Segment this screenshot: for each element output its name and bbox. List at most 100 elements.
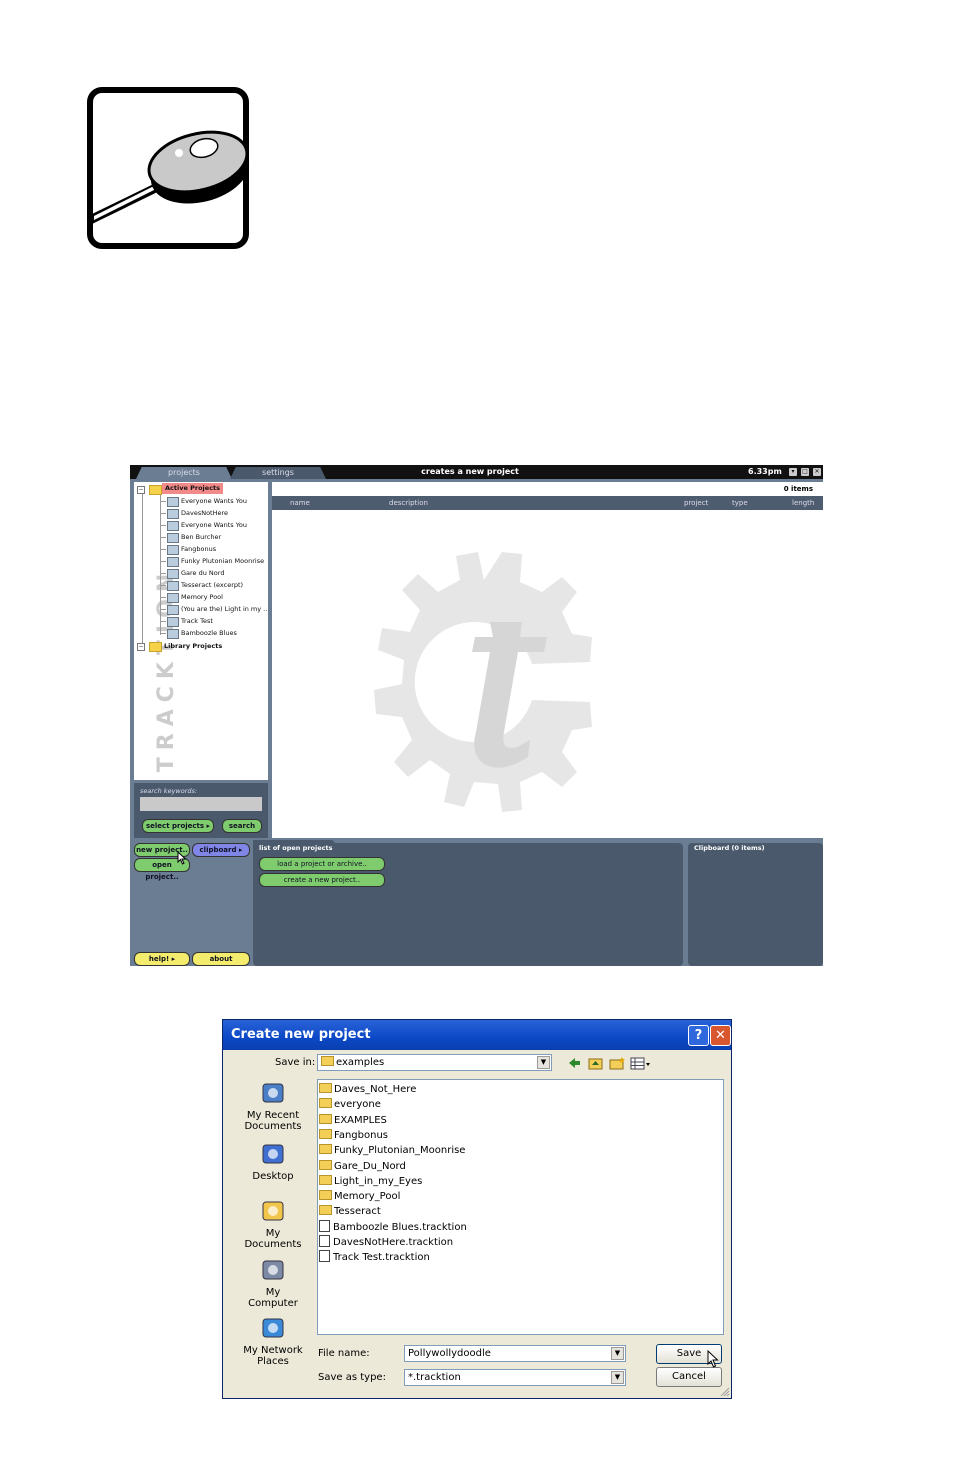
tracktion-file-icon: [319, 1219, 330, 1232]
tab-projects[interactable]: projects: [136, 467, 232, 479]
file-name: Fangbonus: [334, 1129, 388, 1141]
folder-row[interactable]: Tesseract: [319, 1204, 381, 1219]
project-file-icon: [167, 629, 179, 639]
close-icon[interactable]: ✕: [710, 1025, 731, 1046]
file-row[interactable]: Track Test.tracktion: [319, 1250, 430, 1265]
list-header: name description project type length: [272, 496, 823, 510]
place-item[interactable]: My Computer: [231, 1257, 315, 1309]
select-projects-button[interactable]: select projects ▸: [142, 819, 214, 833]
folder-row[interactable]: Fangbonus: [319, 1128, 388, 1143]
project-file-icon: [167, 533, 179, 543]
tree-project-item[interactable]: Ben Burcher: [134, 531, 268, 543]
tree-project-item[interactable]: Track Test: [134, 615, 268, 627]
save-in-select[interactable]: examples ▼: [317, 1054, 552, 1071]
folder-row[interactable]: everyone: [319, 1097, 381, 1112]
folder-icon: [319, 1128, 332, 1139]
tree-project-item[interactable]: Gare du Nord: [134, 567, 268, 579]
tree-active-projects[interactable]: − Active Projects: [134, 483, 268, 495]
folder-row[interactable]: EXAMPLES: [319, 1113, 387, 1128]
file-row[interactable]: Bamboozle Blues.tracktion: [319, 1219, 467, 1235]
project-tree[interactable]: TRACKTION − Active Projects Everyone Wan…: [134, 482, 268, 780]
file-row[interactable]: DavesNotHere.tracktion: [319, 1235, 453, 1250]
new-folder-icon[interactable]: [609, 1057, 625, 1070]
resize-grip-icon[interactable]: [719, 1386, 730, 1397]
cancel-button[interactable]: Cancel: [656, 1367, 722, 1387]
col-project[interactable]: project: [684, 496, 708, 510]
folder-row[interactable]: Gare_Du_Nord: [319, 1159, 406, 1174]
tree-project-label: Everyone Wants You: [181, 521, 247, 529]
tree-project-label: Track Test: [181, 617, 213, 625]
load-project-button[interactable]: load a project or archive..: [259, 857, 385, 871]
folder-row[interactable]: Light_in_my_Eyes: [319, 1174, 422, 1189]
create-project-dialog: Create new project ? ✕ Save in: examples…: [222, 1019, 732, 1399]
file-list[interactable]: Daves_Not_Here everyone EXAMPLES Fangbonus F…: [317, 1079, 724, 1335]
search-label: search keywords:: [140, 787, 198, 795]
search-input[interactable]: [140, 797, 262, 811]
place-item[interactable]: Desktop: [231, 1141, 315, 1182]
clipboard-button[interactable]: clipboard ▸: [192, 843, 250, 857]
place-label: My Computer: [248, 1287, 298, 1309]
open-projects-title: list of open projects: [259, 844, 333, 852]
clipboard-title: Clipboard (0 items): [694, 844, 765, 852]
tree-project-item[interactable]: Everyone Wants You: [134, 495, 268, 507]
tree-project-item[interactable]: Everyone Wants You: [134, 519, 268, 531]
create-project-button[interactable]: create a new project..: [259, 873, 385, 887]
minimize-icon[interactable]: ▾: [789, 468, 797, 476]
help-button[interactable]: help! ▸: [134, 952, 190, 966]
project-list[interactable]: 0 items name description project type le…: [272, 482, 823, 838]
items-count: 0 items: [783, 485, 813, 493]
close-icon[interactable]: ✕: [813, 468, 821, 476]
tree-library-label: Library Projects: [164, 642, 223, 650]
search-panel: search keywords: select projects ▸ searc…: [134, 783, 268, 838]
about-button[interactable]: about: [192, 952, 250, 966]
tree-project-item[interactable]: DavesNotHere: [134, 507, 268, 519]
place-item[interactable]: My Network Places: [231, 1315, 315, 1367]
folder-row[interactable]: Memory_Pool: [319, 1189, 400, 1204]
tree-project-item[interactable]: Funky Plutonian Moonrise: [134, 555, 268, 567]
file-name: Gare_Du_Nord: [334, 1160, 406, 1172]
up-folder-icon[interactable]: [588, 1058, 603, 1070]
tree-project-item[interactable]: Fangbonus: [134, 543, 268, 555]
place-item[interactable]: My Recent Documents: [231, 1080, 315, 1132]
folder-icon: [319, 1174, 332, 1185]
file-name: Tesseract: [334, 1206, 381, 1218]
clipboard-panel: Clipboard (0 items): [688, 843, 823, 966]
tree-project-item[interactable]: Memory Pool: [134, 591, 268, 603]
back-icon[interactable]: [569, 1058, 580, 1068]
file-name-input[interactable]: Pollywollydoodle ▼: [404, 1345, 626, 1362]
maximize-icon[interactable]: □: [801, 468, 809, 476]
project-file-icon: [167, 545, 179, 555]
tracktion-gear-logo: [374, 552, 592, 812]
file-name: Daves_Not_Here: [334, 1084, 417, 1095]
tree-project-label: Fangbonus: [181, 545, 217, 553]
col-type[interactable]: type: [732, 496, 748, 510]
col-description[interactable]: description: [389, 496, 428, 510]
project-file-icon: [167, 557, 179, 567]
dialog-toolbar: [569, 1057, 650, 1070]
folder-icon: [319, 1144, 332, 1155]
tree-project-item[interactable]: (You are the) Light in my ...: [134, 603, 268, 615]
folder-row[interactable]: Funky_Plutonian_Moonrise: [319, 1143, 465, 1158]
folder-icon: [319, 1113, 332, 1124]
col-name[interactable]: name: [290, 496, 310, 510]
help-icon[interactable]: ?: [688, 1025, 709, 1046]
project-file-icon: [167, 581, 179, 591]
place-item[interactable]: My Documents: [231, 1198, 315, 1250]
tree-project-label: Memory Pool: [181, 593, 223, 601]
search-button[interactable]: search: [222, 819, 262, 833]
col-length[interactable]: length: [792, 496, 814, 510]
folder-icon: [319, 1205, 332, 1216]
tree-project-label: DavesNotHere: [181, 509, 229, 517]
project-file-icon: [167, 509, 179, 519]
folder-row[interactable]: Daves_Not_Here: [319, 1082, 416, 1097]
tree-library-projects[interactable]: − Library Projects: [134, 640, 268, 652]
tab-settings[interactable]: settings: [230, 467, 326, 479]
tree-project-item[interactable]: Bamboozle Blues: [134, 627, 268, 639]
tree-project-item[interactable]: Tesseract (excerpt): [134, 579, 268, 591]
save-type-select[interactable]: *.tracktion ▼: [404, 1369, 626, 1386]
tree-project-label: (You are the) Light in my ...: [181, 605, 268, 613]
file-name: Light_in_my_Eyes: [334, 1175, 423, 1187]
folder-icon: [319, 1190, 332, 1201]
view-menu-icon[interactable]: [630, 1057, 650, 1070]
file-name: Memory_Pool: [334, 1191, 401, 1203]
